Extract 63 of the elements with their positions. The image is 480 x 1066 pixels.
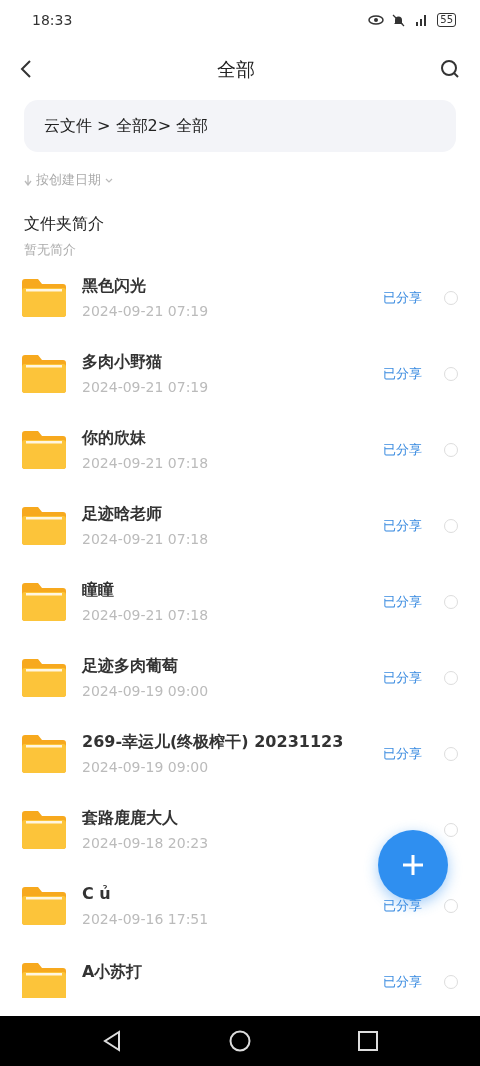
add-button[interactable] xyxy=(378,830,448,900)
folder-row[interactable]: 269-幸运儿(终极榨干) 20231123 2024-09-19 09:00 已分享 xyxy=(0,715,480,792)
folder-name: C ủ xyxy=(82,882,112,905)
folder-row[interactable]: 你的欣妹 2024-09-21 07:18 已分享 xyxy=(0,411,480,488)
folder-row[interactable]: 黑色闪光 2024-09-21 07:19 已分享 xyxy=(0,259,480,336)
page-title: 全部 xyxy=(217,56,255,82)
plus-icon xyxy=(402,854,424,876)
folder-icon xyxy=(22,582,66,621)
folder-row[interactable]: A小苏打 已分享 xyxy=(0,943,480,998)
shared-status: 已分享 xyxy=(383,896,422,915)
folder-name: 足迹多肉葡萄 xyxy=(82,654,179,677)
home-icon[interactable] xyxy=(229,1030,251,1052)
folder-name: 足迹晗老师 xyxy=(82,502,163,525)
folder-row[interactable]: 足迹晗老师 2024-09-21 07:18 已分享 xyxy=(0,487,480,564)
folder-name: 多肉小野猫 xyxy=(82,350,163,373)
down-arrow-icon xyxy=(24,174,32,186)
folder-date: 2024-09-21 07:18 xyxy=(82,605,210,625)
folder-name: 瞳瞳 xyxy=(82,578,115,601)
folder-icon xyxy=(22,506,66,545)
folder-name: 269-幸运儿(终极榨干) 20231123 xyxy=(82,730,345,753)
folder-icon xyxy=(22,886,66,925)
bell-muted-icon xyxy=(392,13,406,27)
recents-icon[interactable] xyxy=(358,1031,379,1051)
section-description: 暂无简介 xyxy=(24,241,77,259)
search-icon[interactable] xyxy=(440,59,460,79)
back-icon[interactable] xyxy=(20,59,32,79)
folder-name: 黑色闪光 xyxy=(82,274,147,297)
folder-date: 2024-09-21 07:18 xyxy=(82,529,210,549)
folder-date: 2024-09-19 09:00 xyxy=(82,757,210,777)
folder-date: 2024-09-18 20:23 xyxy=(82,833,210,853)
breadcrumb-path[interactable]: 云文件 > 全部2> 全部 xyxy=(44,114,209,138)
shared-status: 已分享 xyxy=(383,744,422,763)
folder-date: 2024-09-21 07:19 xyxy=(82,377,210,397)
back-icon[interactable] xyxy=(101,1030,122,1052)
folder-date: 2024-09-19 09:00 xyxy=(82,681,210,701)
folder-icon xyxy=(22,278,66,317)
folder-icon xyxy=(22,810,66,849)
folder-date: 2024-09-16 17:51 xyxy=(82,909,210,929)
folder-date: 2024-09-21 07:18 xyxy=(82,453,210,473)
folder-name: 你的欣妹 xyxy=(82,426,147,449)
folder-icon xyxy=(22,430,66,469)
section-title: 文件夹简介 xyxy=(24,213,105,235)
caret-icon xyxy=(105,177,113,183)
folder-icon xyxy=(22,658,66,697)
shared-status: 已分享 xyxy=(383,668,422,687)
folder-name: 套路鹿鹿大人 xyxy=(82,806,179,829)
status-time: 18:33 xyxy=(32,10,73,30)
shared-status: 已分享 xyxy=(383,972,422,991)
folder-icon xyxy=(22,354,66,393)
folder-name: A小苏打 xyxy=(82,960,144,983)
folder-date: 2024-09-21 07:19 xyxy=(82,301,210,321)
folder-row[interactable]: 瞳瞳 2024-09-21 07:18 已分享 xyxy=(0,563,480,640)
eye-icon xyxy=(368,15,385,25)
folder-row[interactable]: 多肉小野猫 2024-09-21 07:19 已分享 xyxy=(0,335,480,412)
folder-row[interactable]: 足迹多肉葡萄 2024-09-19 09:00 已分享 xyxy=(0,639,480,716)
shared-status: 已分享 xyxy=(383,592,422,611)
folder-icon xyxy=(22,962,66,998)
battery-indicator: 55 xyxy=(437,13,456,27)
shared-status: 已分享 xyxy=(383,364,422,383)
shared-status: 已分享 xyxy=(383,440,422,459)
shared-status: 已分享 xyxy=(383,516,422,535)
folder-icon xyxy=(22,734,66,773)
shared-status: 已分享 xyxy=(383,288,422,307)
